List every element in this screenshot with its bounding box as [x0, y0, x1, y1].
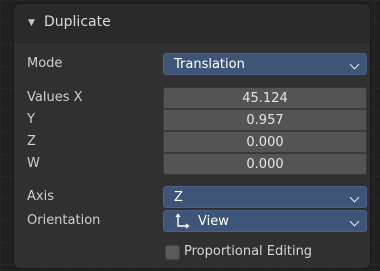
chevron-down-icon [349, 192, 360, 203]
values-z-row: Z 0.000 [14, 131, 370, 153]
axis-row: Axis Z [14, 186, 370, 208]
values-y-row: Y 0.957 [14, 109, 370, 131]
orientation-row: Orientation View [14, 210, 370, 232]
orientation-dropdown[interactable]: View [163, 210, 367, 232]
values-x-row: Values X 45.124 [14, 87, 370, 109]
mode-row: Mode Translation [14, 53, 370, 75]
panel-title: Duplicate [44, 14, 111, 30]
mode-value: Translation [174, 57, 245, 72]
orientation-value: View [198, 214, 229, 229]
values-z-field[interactable]: 0.000 [163, 131, 367, 153]
values-w-field[interactable]: 0.000 [163, 153, 367, 175]
chevron-down-icon [349, 59, 360, 70]
mode-dropdown[interactable]: Translation [163, 53, 367, 75]
values-w-label: W [27, 156, 40, 171]
values-x-value: 45.124 [242, 91, 288, 106]
mode-label: Mode [27, 56, 63, 71]
proportional-editing-label: Proportional Editing [184, 244, 313, 259]
values-w-row: W 0.000 [14, 153, 370, 175]
chevron-down-icon [349, 216, 360, 227]
triangle-down-icon[interactable]: ▼ [28, 18, 35, 28]
proportional-editing-checkbox[interactable] [165, 245, 180, 260]
values-y-label: Y [27, 112, 35, 127]
proportional-editing-row[interactable]: Proportional Editing [14, 241, 370, 263]
values-w-value: 0.000 [246, 157, 284, 172]
orientation-label: Orientation [27, 213, 101, 228]
values-z-value: 0.000 [246, 135, 284, 150]
values-y-value: 0.957 [246, 113, 284, 128]
values-z-label: Z [27, 134, 36, 149]
panel-header[interactable]: ▼ Duplicate [14, 4, 370, 43]
duplicate-operator-panel: ▼ Duplicate Mode Translation Values X 45… [14, 4, 370, 268]
axis-dropdown[interactable]: Z [163, 186, 367, 208]
axis-label: Axis [27, 189, 54, 204]
orientation-axes-icon [175, 213, 190, 229]
axis-value: Z [174, 190, 183, 205]
values-x-label: Values X [27, 90, 83, 105]
values-y-field[interactable]: 0.957 [163, 109, 367, 131]
values-x-field[interactable]: 45.124 [163, 87, 367, 109]
